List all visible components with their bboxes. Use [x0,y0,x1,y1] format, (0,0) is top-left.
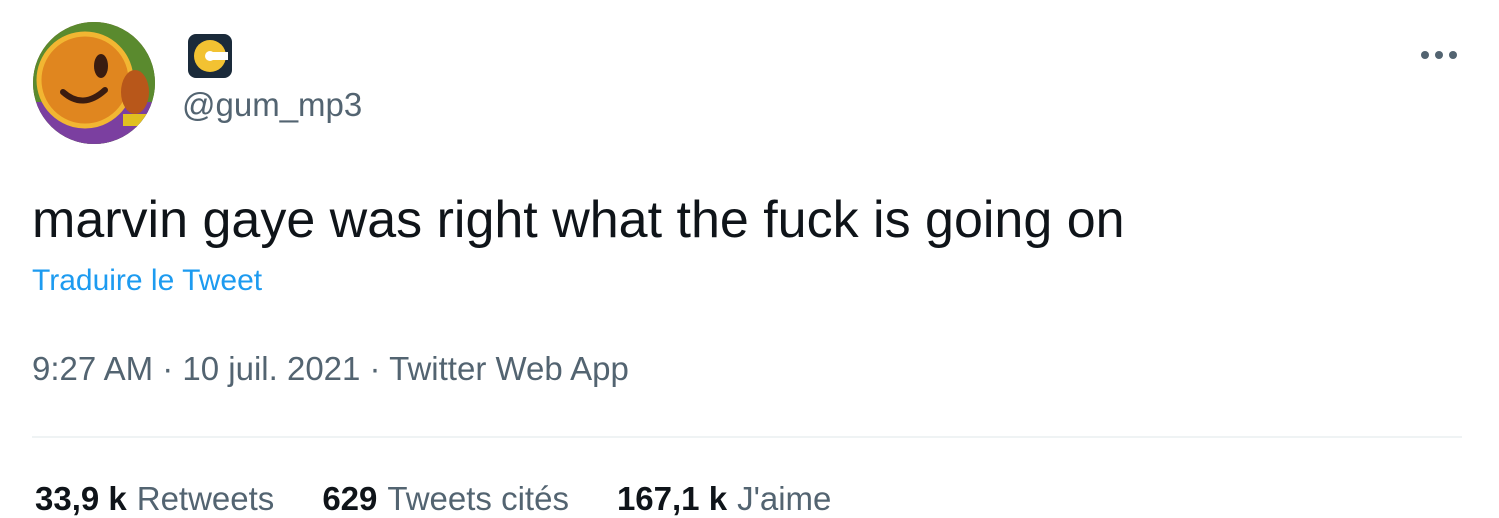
tweet-source[interactable]: Twitter Web App [389,350,629,387]
translate-tweet-link[interactable]: Traduire le Tweet [32,264,262,298]
cartoon-character-avatar-image [33,22,155,144]
meta-separator: · [153,350,183,387]
tweet-text: marvin gaye was right what the fuck is g… [32,191,1125,249]
meta-separator: · [360,350,390,387]
cd-disc-icon[interactable] [187,33,233,79]
tweet-stats: 33,9 k Retweets 629 Tweets cités 167,1 k J'ai… [35,480,879,518]
tweet-metadata: 9:27 AM · 10 juil. 2021 · Twitter Web Ap… [32,350,629,388]
tweet-time[interactable]: 9:27 AM [32,350,153,387]
user-handle[interactable]: @gum_mp3 [182,86,362,124]
tweet-date[interactable]: 10 juil. 2021 [182,350,360,387]
divider [32,436,1462,438]
more-horizontal-icon[interactable] [1418,46,1460,64]
avatar[interactable] [33,22,155,144]
